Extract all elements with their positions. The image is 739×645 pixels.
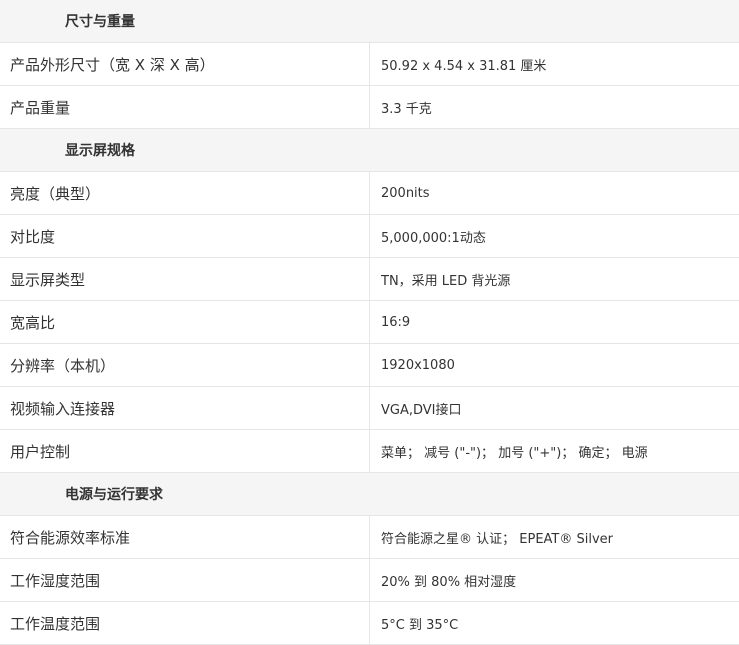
spec-label: 产品外形尺寸（宽 X 深 X 高） [0, 43, 370, 86]
table-row: 产品重量 3.3 千克 [0, 86, 739, 129]
section-header-size-weight: 尺寸与重量 [0, 0, 739, 43]
spec-value: 菜单； 减号 ("-")； 加号 ("+")； 确定； 电源 [370, 430, 739, 473]
spec-label: 宽高比 [0, 301, 370, 344]
table-row: 用户控制 菜单； 减号 ("-")； 加号 ("+")； 确定； 电源 [0, 430, 739, 473]
spec-label: 符合能源效率标准 [0, 516, 370, 559]
spec-label: 工作湿度范围 [0, 559, 370, 602]
table-row: 宽高比 16:9 [0, 301, 739, 344]
table-row: 符合能源效率标准 符合能源之星® 认证； EPEAT® Silver [0, 516, 739, 559]
table-row: 工作湿度范围 20% 到 80% 相对湿度 [0, 559, 739, 602]
section-title: 电源与运行要求 [0, 473, 739, 516]
spec-label: 视频输入连接器 [0, 387, 370, 430]
spec-value: 20% 到 80% 相对湿度 [370, 559, 739, 602]
table-row: 亮度（典型） 200nits [0, 172, 739, 215]
section-title: 显示屏规格 [0, 129, 739, 172]
spec-value: TN，采用 LED 背光源 [370, 258, 739, 301]
table-row: 分辨率（本机） 1920x1080 [0, 344, 739, 387]
table-row: 工作温度范围 5°C 到 35°C [0, 602, 739, 645]
table-row: 产品外形尺寸（宽 X 深 X 高） 50.92 x 4.54 x 31.81 厘… [0, 43, 739, 86]
spec-label: 分辨率（本机） [0, 344, 370, 387]
spec-value: 50.92 x 4.54 x 31.81 厘米 [370, 43, 739, 86]
spec-value: 5°C 到 35°C [370, 602, 739, 645]
spec-value: 1920x1080 [370, 344, 739, 387]
spec-table: 尺寸与重量 产品外形尺寸（宽 X 深 X 高） 50.92 x 4.54 x 3… [0, 0, 739, 645]
spec-label: 显示屏类型 [0, 258, 370, 301]
spec-label: 工作温度范围 [0, 602, 370, 645]
table-row: 视频输入连接器 VGA,DVI接口 [0, 387, 739, 430]
spec-value: 3.3 千克 [370, 86, 739, 129]
section-header-power: 电源与运行要求 [0, 473, 739, 516]
spec-label: 产品重量 [0, 86, 370, 129]
spec-value: 符合能源之星® 认证； EPEAT® Silver [370, 516, 739, 559]
section-header-display: 显示屏规格 [0, 129, 739, 172]
spec-value: 16:9 [370, 301, 739, 344]
spec-value: 5,000,000:1动态 [370, 215, 739, 258]
spec-label: 对比度 [0, 215, 370, 258]
section-title: 尺寸与重量 [0, 0, 739, 43]
table-row: 对比度 5,000,000:1动态 [0, 215, 739, 258]
spec-label: 用户控制 [0, 430, 370, 473]
spec-label: 亮度（典型） [0, 172, 370, 215]
spec-value: 200nits [370, 172, 739, 215]
spec-value: VGA,DVI接口 [370, 387, 739, 430]
table-row: 显示屏类型 TN，采用 LED 背光源 [0, 258, 739, 301]
